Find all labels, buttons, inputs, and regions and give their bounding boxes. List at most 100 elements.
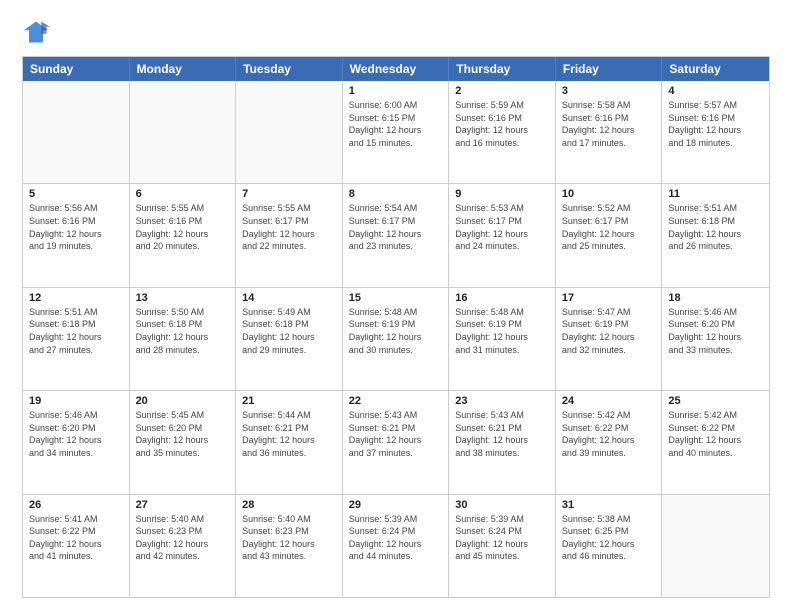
- day-number: 14: [242, 292, 336, 304]
- day-number: 31: [562, 499, 656, 511]
- day-number: 2: [455, 85, 549, 97]
- day-number: 3: [562, 85, 656, 97]
- day-info: Sunrise: 5:54 AM Sunset: 6:17 PM Dayligh…: [349, 202, 443, 252]
- day-info: Sunrise: 5:39 AM Sunset: 6:24 PM Dayligh…: [455, 513, 549, 563]
- day-cell-5: 5 Sunrise: 5:56 AM Sunset: 6:16 PM Daylig…: [23, 184, 130, 286]
- day-number: 7: [242, 188, 336, 200]
- header-cell-sunday: Sunday: [23, 57, 130, 81]
- day-cell-29: 29Sunrise: 5:39 AM Sunset: 6:24 PM Dayli…: [343, 495, 450, 597]
- day-cell-empty: [23, 81, 130, 183]
- header-cell-saturday: Saturday: [662, 57, 769, 81]
- day-cell-19: 19Sunrise: 5:46 AM Sunset: 6:20 PM Dayli…: [23, 391, 130, 493]
- day-cell-30: 30 Sunrise: 5:39 AM Sunset: 6:24 PM Dayli…: [449, 495, 556, 597]
- day-number: 9: [455, 188, 549, 200]
- day-info: Sunrise: 5:40 AM Sunset: 6:23 PM Dayligh…: [242, 513, 336, 563]
- day-info: Sunrise: 6:00 AM Sunset: 6:15 PM Dayligh…: [349, 99, 443, 149]
- day-cell-16: 16 Sunrise: 5:48 AM Sunset: 6:19 PM Dayli…: [449, 288, 556, 390]
- day-cell-26: 26 Sunrise: 5:41 AM Sunset: 6:22 PM Dayli…: [23, 495, 130, 597]
- day-number: 28: [242, 499, 336, 511]
- day-info: Sunrise: 5:59 AM Sunset: 6:16 PM Dayligh…: [455, 99, 549, 149]
- day-info: Sunrise: 5:40 AM Sunset: 6:23 PM Dayligh…: [136, 513, 230, 563]
- day-cell-20: 20 Sunrise: 5:45 AM Sunset: 6:20 PM Dayli…: [130, 391, 237, 493]
- day-number: 8: [349, 188, 443, 200]
- day-number: 16: [455, 292, 549, 304]
- day-cell-31: 31 Sunrise: 5:38 AM Sunset: 6:25 PM Dayli…: [556, 495, 663, 597]
- header-cell-monday: Monday: [130, 57, 237, 81]
- day-info: Sunrise: 5:39 AM Sunset: 6:24 PM Dayligh…: [349, 513, 443, 563]
- day-cell-10: 10 Sunrise: 5:52 AM Sunset: 6:17 PM Dayli…: [556, 184, 663, 286]
- day-number: 27: [136, 499, 230, 511]
- day-number: 20: [136, 395, 230, 407]
- day-cell-6: 6Sunrise: 5:55 AM Sunset: 6:16 PM Daylig…: [130, 184, 237, 286]
- day-cell-22: 22 Sunrise: 5:43 AM Sunset: 6:21 PM Dayli…: [343, 391, 450, 493]
- day-cell-11: 11 Sunrise: 5:51 AM Sunset: 6:18 PM Dayli…: [662, 184, 769, 286]
- day-cell-empty: [662, 495, 769, 597]
- day-info: Sunrise: 5:52 AM Sunset: 6:17 PM Dayligh…: [562, 202, 656, 252]
- day-info: Sunrise: 5:53 AM Sunset: 6:17 PM Dayligh…: [455, 202, 549, 252]
- page: SundayMondayTuesdayWednesdayThursdayFrid…: [0, 0, 792, 612]
- day-cell-1: 1Sunrise: 6:00 AM Sunset: 6:15 PM Daylig…: [343, 81, 450, 183]
- day-info: Sunrise: 5:48 AM Sunset: 6:19 PM Dayligh…: [349, 306, 443, 356]
- calendar-row-1: 1Sunrise: 6:00 AM Sunset: 6:15 PM Daylig…: [23, 81, 769, 183]
- day-number: 26: [29, 499, 123, 511]
- day-info: Sunrise: 5:48 AM Sunset: 6:19 PM Dayligh…: [455, 306, 549, 356]
- day-number: 18: [668, 292, 763, 304]
- day-number: 4: [668, 85, 763, 97]
- day-cell-27: 27 Sunrise: 5:40 AM Sunset: 6:23 PM Dayli…: [130, 495, 237, 597]
- day-cell-7: 7Sunrise: 5:55 AM Sunset: 6:17 PM Daylig…: [236, 184, 343, 286]
- day-cell-3: 3 Sunrise: 5:58 AM Sunset: 6:16 PM Daylig…: [556, 81, 663, 183]
- day-number: 23: [455, 395, 549, 407]
- day-number: 11: [668, 188, 763, 200]
- day-info: Sunrise: 5:49 AM Sunset: 6:18 PM Dayligh…: [242, 306, 336, 356]
- day-number: 24: [562, 395, 656, 407]
- calendar-row-3: 12Sunrise: 5:51 AM Sunset: 6:18 PM Dayli…: [23, 287, 769, 390]
- day-info: Sunrise: 5:57 AM Sunset: 6:16 PM Dayligh…: [668, 99, 763, 149]
- day-cell-4: 4 Sunrise: 5:57 AM Sunset: 6:16 PM Daylig…: [662, 81, 769, 183]
- day-number: 15: [349, 292, 443, 304]
- day-info: Sunrise: 5:50 AM Sunset: 6:18 PM Dayligh…: [136, 306, 230, 356]
- day-cell-9: 9 Sunrise: 5:53 AM Sunset: 6:17 PM Daylig…: [449, 184, 556, 286]
- day-cell-empty: [236, 81, 343, 183]
- day-info: Sunrise: 5:42 AM Sunset: 6:22 PM Dayligh…: [668, 409, 763, 459]
- day-cell-15: 15 Sunrise: 5:48 AM Sunset: 6:19 PM Dayli…: [343, 288, 450, 390]
- day-cell-18: 18Sunrise: 5:46 AM Sunset: 6:20 PM Dayli…: [662, 288, 769, 390]
- day-cell-12: 12Sunrise: 5:51 AM Sunset: 6:18 PM Dayli…: [23, 288, 130, 390]
- day-info: Sunrise: 5:55 AM Sunset: 6:16 PM Dayligh…: [136, 202, 230, 252]
- calendar-header: SundayMondayTuesdayWednesdayThursdayFrid…: [23, 57, 769, 81]
- day-info: Sunrise: 5:43 AM Sunset: 6:21 PM Dayligh…: [455, 409, 549, 459]
- calendar-row-2: 5 Sunrise: 5:56 AM Sunset: 6:16 PM Daylig…: [23, 183, 769, 286]
- day-number: 12: [29, 292, 123, 304]
- day-number: 13: [136, 292, 230, 304]
- header-cell-tuesday: Tuesday: [236, 57, 343, 81]
- day-number: 5: [29, 188, 123, 200]
- header-cell-friday: Friday: [556, 57, 663, 81]
- day-info: Sunrise: 5:56 AM Sunset: 6:16 PM Dayligh…: [29, 202, 123, 252]
- day-cell-2: 2 Sunrise: 5:59 AM Sunset: 6:16 PM Daylig…: [449, 81, 556, 183]
- day-info: Sunrise: 5:43 AM Sunset: 6:21 PM Dayligh…: [349, 409, 443, 459]
- day-cell-13: 13 Sunrise: 5:50 AM Sunset: 6:18 PM Dayli…: [130, 288, 237, 390]
- day-number: 10: [562, 188, 656, 200]
- day-info: Sunrise: 5:46 AM Sunset: 6:20 PM Dayligh…: [29, 409, 123, 459]
- day-info: Sunrise: 5:47 AM Sunset: 6:19 PM Dayligh…: [562, 306, 656, 356]
- calendar-body: 1Sunrise: 6:00 AM Sunset: 6:15 PM Daylig…: [23, 81, 769, 597]
- day-cell-empty: [130, 81, 237, 183]
- day-number: 30: [455, 499, 549, 511]
- day-info: Sunrise: 5:41 AM Sunset: 6:22 PM Dayligh…: [29, 513, 123, 563]
- day-cell-28: 28 Sunrise: 5:40 AM Sunset: 6:23 PM Dayli…: [236, 495, 343, 597]
- day-cell-14: 14 Sunrise: 5:49 AM Sunset: 6:18 PM Dayli…: [236, 288, 343, 390]
- day-number: 17: [562, 292, 656, 304]
- day-cell-21: 21 Sunrise: 5:44 AM Sunset: 6:21 PM Dayli…: [236, 391, 343, 493]
- day-info: Sunrise: 5:42 AM Sunset: 6:22 PM Dayligh…: [562, 409, 656, 459]
- day-number: 22: [349, 395, 443, 407]
- header-cell-thursday: Thursday: [449, 57, 556, 81]
- day-number: 21: [242, 395, 336, 407]
- day-info: Sunrise: 5:45 AM Sunset: 6:20 PM Dayligh…: [136, 409, 230, 459]
- day-cell-24: 24 Sunrise: 5:42 AM Sunset: 6:22 PM Dayli…: [556, 391, 663, 493]
- day-info: Sunrise: 5:44 AM Sunset: 6:21 PM Dayligh…: [242, 409, 336, 459]
- calendar-row-5: 26 Sunrise: 5:41 AM Sunset: 6:22 PM Dayli…: [23, 494, 769, 597]
- day-info: Sunrise: 5:51 AM Sunset: 6:18 PM Dayligh…: [668, 202, 763, 252]
- day-cell-17: 17 Sunrise: 5:47 AM Sunset: 6:19 PM Dayli…: [556, 288, 663, 390]
- calendar-row-4: 19Sunrise: 5:46 AM Sunset: 6:20 PM Dayli…: [23, 390, 769, 493]
- day-info: Sunrise: 5:58 AM Sunset: 6:16 PM Dayligh…: [562, 99, 656, 149]
- day-info: Sunrise: 5:38 AM Sunset: 6:25 PM Dayligh…: [562, 513, 656, 563]
